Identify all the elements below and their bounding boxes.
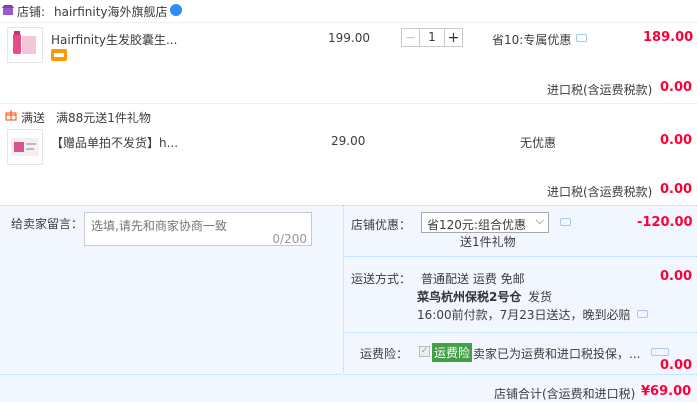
gift-icon [5,109,17,124]
item-promo: 省10:专属优惠 [492,33,572,47]
gift-product-title-link[interactable]: 【赠品单拍不发货】h... [51,134,178,151]
message-counter: 0/200 [272,232,307,246]
shop-icon [2,4,14,19]
insurance-badge: 运费险 [432,343,473,362]
insurance-checkbox[interactable]: ✓ [419,346,430,357]
insurance-text: 卖家已为运费和进口税投保，... [473,347,641,361]
gift-unit-price: 29.00 [331,134,366,148]
shop-discount-select[interactable]: 省120元:组合优惠 ⌵ [421,212,549,233]
shop-discount-detail: 送1件礼物 [460,235,516,249]
gift-subtotal: 0.00 [660,133,693,148]
product-title-link[interactable]: Hairfinity生发胶囊生... [51,31,177,48]
insurance-label: 运费险： [360,347,409,361]
quantity-stepper[interactable]: − 1 + [401,28,463,47]
increase-button[interactable]: + [444,28,463,47]
shipping-value: 0.00 [660,269,693,284]
item-subtotal: 189.00 [643,30,694,45]
gift-text: 满88元送1件礼物 [56,111,151,125]
shipping-dispatch: 发货 [528,290,553,304]
gift-import-tax-label: 进口税(含运费税款) [547,185,653,199]
decrease-button[interactable]: − [401,28,420,47]
shipping-method: 普通配送 运费 免邮 [421,272,525,286]
card-icon [51,49,67,61]
chevron-down-icon: ⌵ [535,214,544,227]
shipping-warehouse: 菜鸟杭州保税2号仓 [417,290,522,304]
message-label: 给卖家留言： [11,217,84,231]
message-box: 0/200 [84,212,312,246]
shop-name-link[interactable]: hairfinity海外旗舰店 [54,3,168,20]
chat-icon[interactable] [170,4,182,16]
discount-info-icon[interactable] [560,218,571,226]
import-tax-value: 0.00 [660,80,693,95]
total-label: 店铺合计(含运费和进口税) [494,387,636,401]
import-tax-label: 进口税(含运费税款) [547,83,653,97]
gift-promo: 无优惠 [520,136,557,150]
shop-discount-label: 店铺优惠： [351,218,412,232]
shop-discount-value: -120.00 [637,215,693,230]
total-value: ¥69.00 [641,384,692,399]
quantity-input[interactable]: 1 [420,28,444,47]
shop-discount-selected: 省120元:组合优惠 [427,218,526,232]
shop-label: 店铺: [17,5,46,19]
promo-bubble-icon[interactable] [576,34,587,42]
insurance-info-icon[interactable] [651,348,669,356]
insurance-value: 0.00 [660,358,693,373]
product-thumbnail[interactable] [7,27,43,63]
gift-tag: 满送 [21,111,46,125]
unit-price: 199.00 [328,31,370,45]
gift-product-thumbnail[interactable] [7,129,43,165]
shipping-label: 运送方式： [351,272,412,286]
gift-import-tax-value: 0.00 [660,182,693,197]
shipping-promise: 16:00前付款，7月23日送达，晚到必赔 [417,308,631,322]
shipping-info-icon[interactable] [637,310,648,318]
